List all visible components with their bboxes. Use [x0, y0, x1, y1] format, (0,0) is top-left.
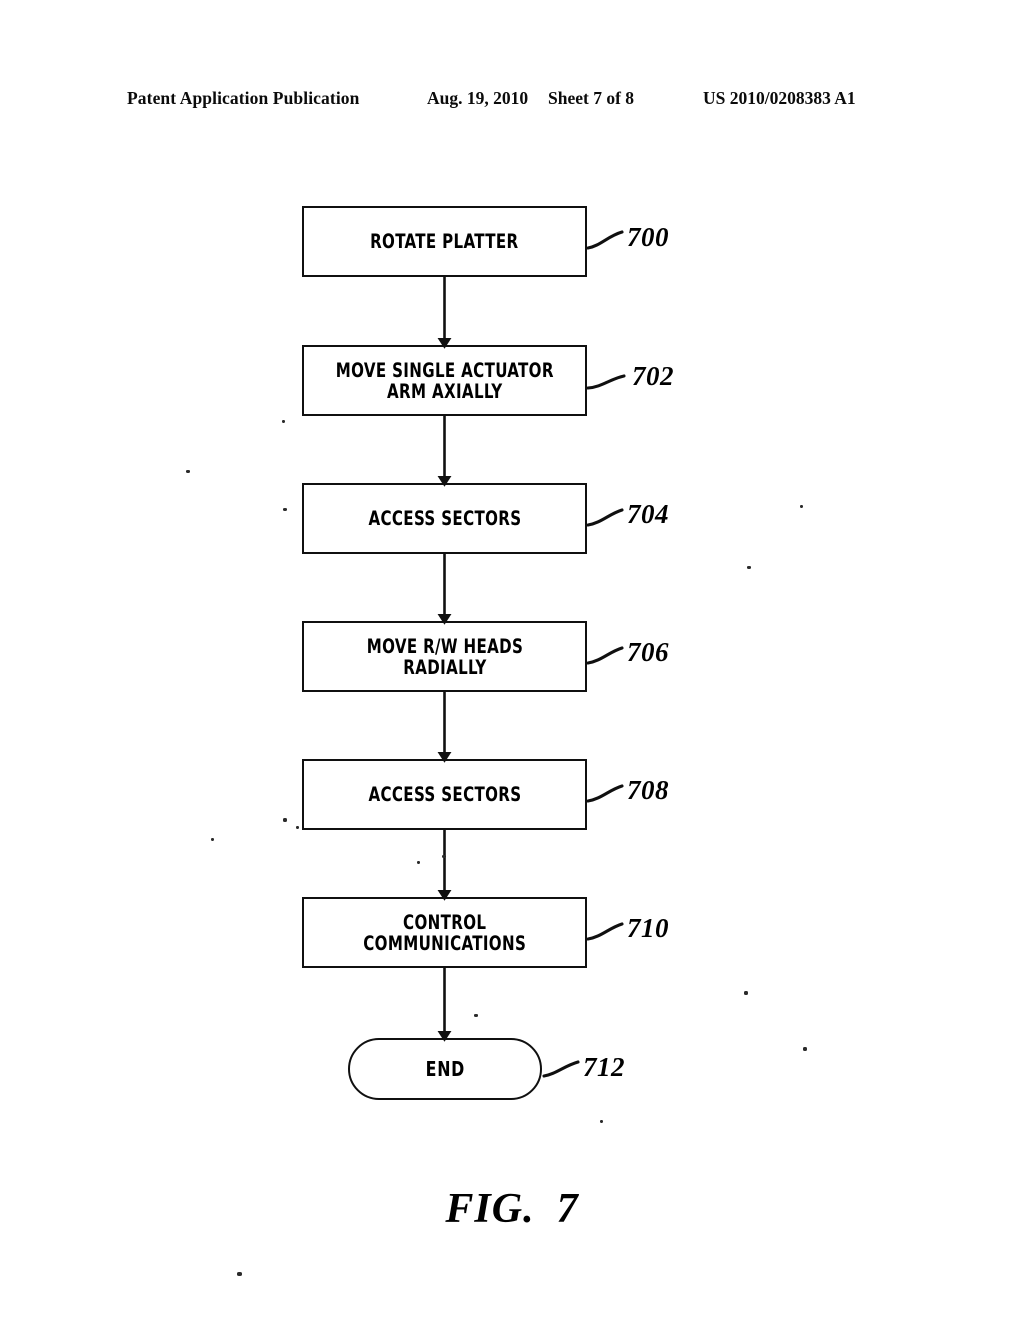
scan-speckle — [744, 991, 748, 995]
flowchart-node-access-sectors-708: ACCESS SECTORS — [302, 759, 587, 830]
reference-numeral-708: 708 — [627, 775, 669, 805]
scan-speckle — [186, 470, 190, 473]
patent-figure-page: Patent Application Publication Aug. 19, … — [0, 0, 1024, 1320]
flowchart: ROTATE PLATTER MOVE SINGLE ACTUATOR ARM … — [0, 0, 1024, 1320]
flowchart-node-move-rw-heads-radially: MOVE R/W HEADS RADIALLY — [302, 621, 587, 692]
flowchart-node-rotate-platter: ROTATE PLATTER — [302, 206, 587, 277]
reference-numeral-706: 706 — [627, 637, 669, 667]
reference-numeral-712: 712 — [583, 1052, 625, 1082]
scan-speckle — [211, 838, 214, 841]
node-label: END — [425, 1057, 465, 1081]
scan-speckle — [417, 861, 420, 864]
flowchart-node-end: END — [348, 1038, 542, 1100]
figure-caption-word: FIG. — [445, 1186, 535, 1232]
node-label: ROTATE PLATTER — [370, 230, 519, 253]
reference-numeral-704: 704 — [627, 499, 669, 529]
flowchart-node-control-communications: CONTROL COMMUNICATIONS — [302, 897, 587, 968]
figure-caption-number: 7 — [556, 1186, 579, 1232]
scan-speckle — [803, 1047, 807, 1051]
reference-numeral-702: 702 — [632, 361, 674, 391]
scan-speckle — [600, 1120, 603, 1123]
scan-speckle — [282, 420, 285, 423]
figure-caption: FIG. 7 — [0, 1185, 1024, 1233]
scan-speckle — [296, 826, 299, 829]
flowchart-node-access-sectors-704: ACCESS SECTORS — [302, 483, 587, 554]
scan-speckle — [283, 508, 287, 511]
scan-speckle — [474, 1014, 478, 1017]
scan-speckle — [747, 566, 751, 569]
node-label: CONTROL COMMUNICATIONS — [363, 910, 526, 955]
node-label: MOVE R/W HEADS RADIALLY — [366, 634, 523, 679]
scan-speckle — [800, 505, 803, 508]
flowchart-node-move-single-actuator-arm-axially: MOVE SINGLE ACTUATOR ARM AXIALLY — [302, 345, 587, 416]
node-label: ACCESS SECTORS — [367, 783, 522, 806]
scan-speckle — [283, 818, 287, 822]
node-label: ACCESS SECTORS — [367, 507, 522, 530]
reference-numeral-700: 700 — [627, 222, 669, 252]
node-label: MOVE SINGLE ACTUATOR ARM AXIALLY — [335, 358, 554, 403]
scan-speckle — [237, 1272, 242, 1276]
reference-numeral-710: 710 — [627, 913, 669, 943]
scan-speckle — [442, 855, 446, 858]
